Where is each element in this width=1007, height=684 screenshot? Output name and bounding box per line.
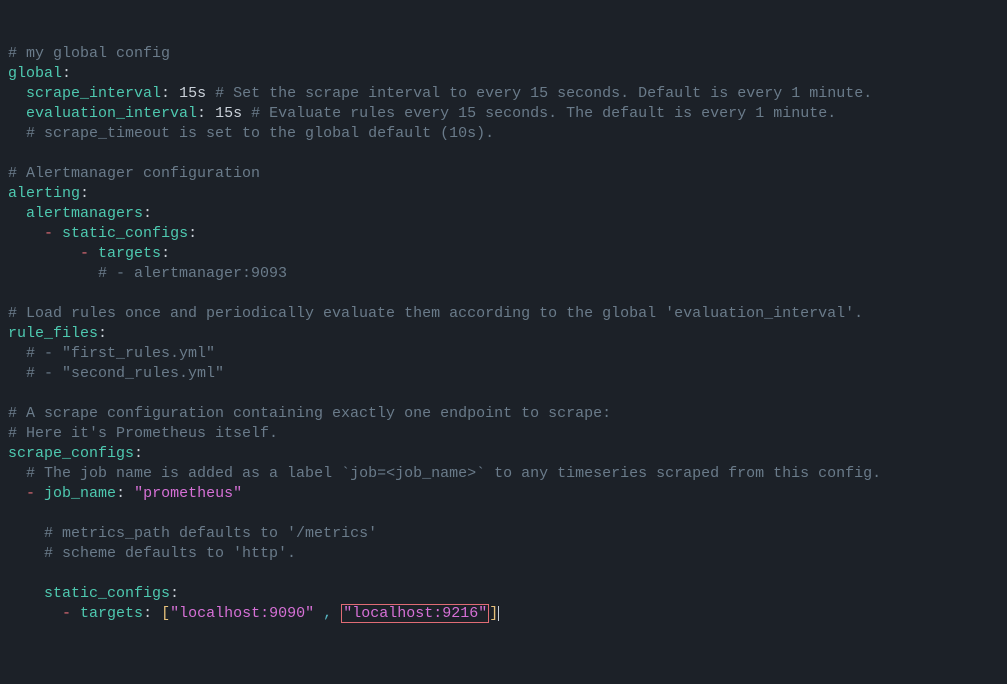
highlighted-edit: "localhost:9216" (341, 604, 489, 623)
yaml-dash: - (26, 485, 35, 502)
comment-line: # The job name is added as a label `job=… (26, 465, 881, 482)
comment-line: # Load rules once and periodically evalu… (8, 305, 863, 322)
comment-line: # Here it's Prometheus itself. (8, 425, 278, 442)
bracket-close: ] (489, 605, 498, 622)
yaml-key-alertmanagers: alertmanagers (26, 205, 143, 222)
comment-line: # metrics_path defaults to '/metrics' (44, 525, 377, 542)
comment-line: # - "first_rules.yml" (26, 345, 215, 362)
yaml-key-evaluation-interval: evaluation_interval (26, 105, 197, 122)
yaml-string: "prometheus" (134, 485, 242, 502)
comment-line: # - "second_rules.yml" (26, 365, 224, 382)
yaml-string: "localhost:9216" (343, 605, 487, 622)
yaml-key-job-name: job_name (44, 485, 116, 502)
comment-line: # A scrape configuration containing exac… (8, 405, 611, 422)
comment-inline: # Evaluate rules every 15 seconds. The d… (251, 105, 836, 122)
comma: , (323, 605, 332, 622)
yaml-value: 15s (179, 85, 206, 102)
yaml-string: "localhost:9090" (170, 605, 314, 622)
code-editor[interactable]: # my global config global: scrape_interv… (8, 44, 999, 624)
comment-line: # Alertmanager configuration (8, 165, 260, 182)
yaml-dash: - (62, 605, 71, 622)
yaml-key-targets: targets (80, 605, 143, 622)
bracket-open: [ (161, 605, 170, 622)
comment-line: # scrape_timeout is set to the global de… (26, 125, 494, 142)
yaml-key-rule-files: rule_files (8, 325, 98, 342)
yaml-key-alerting: alerting (8, 185, 80, 202)
yaml-key-scrape-configs: scrape_configs (8, 445, 134, 462)
comment-line: # - alertmanager:9093 (98, 265, 287, 282)
yaml-dash: - (80, 245, 89, 262)
comment-line: # scheme defaults to 'http'. (44, 545, 296, 562)
yaml-key-targets: targets (98, 245, 161, 262)
yaml-key-global: global (8, 65, 62, 82)
comment-line: # my global config (8, 45, 170, 62)
yaml-key-static-configs: static_configs (62, 225, 188, 242)
text-cursor (498, 606, 499, 621)
yaml-dash: - (44, 225, 53, 242)
comment-inline: # Set the scrape interval to every 15 se… (215, 85, 872, 102)
yaml-key-static-configs: static_configs (44, 585, 170, 602)
yaml-value: 15s (215, 105, 242, 122)
yaml-key-scrape-interval: scrape_interval (26, 85, 161, 102)
